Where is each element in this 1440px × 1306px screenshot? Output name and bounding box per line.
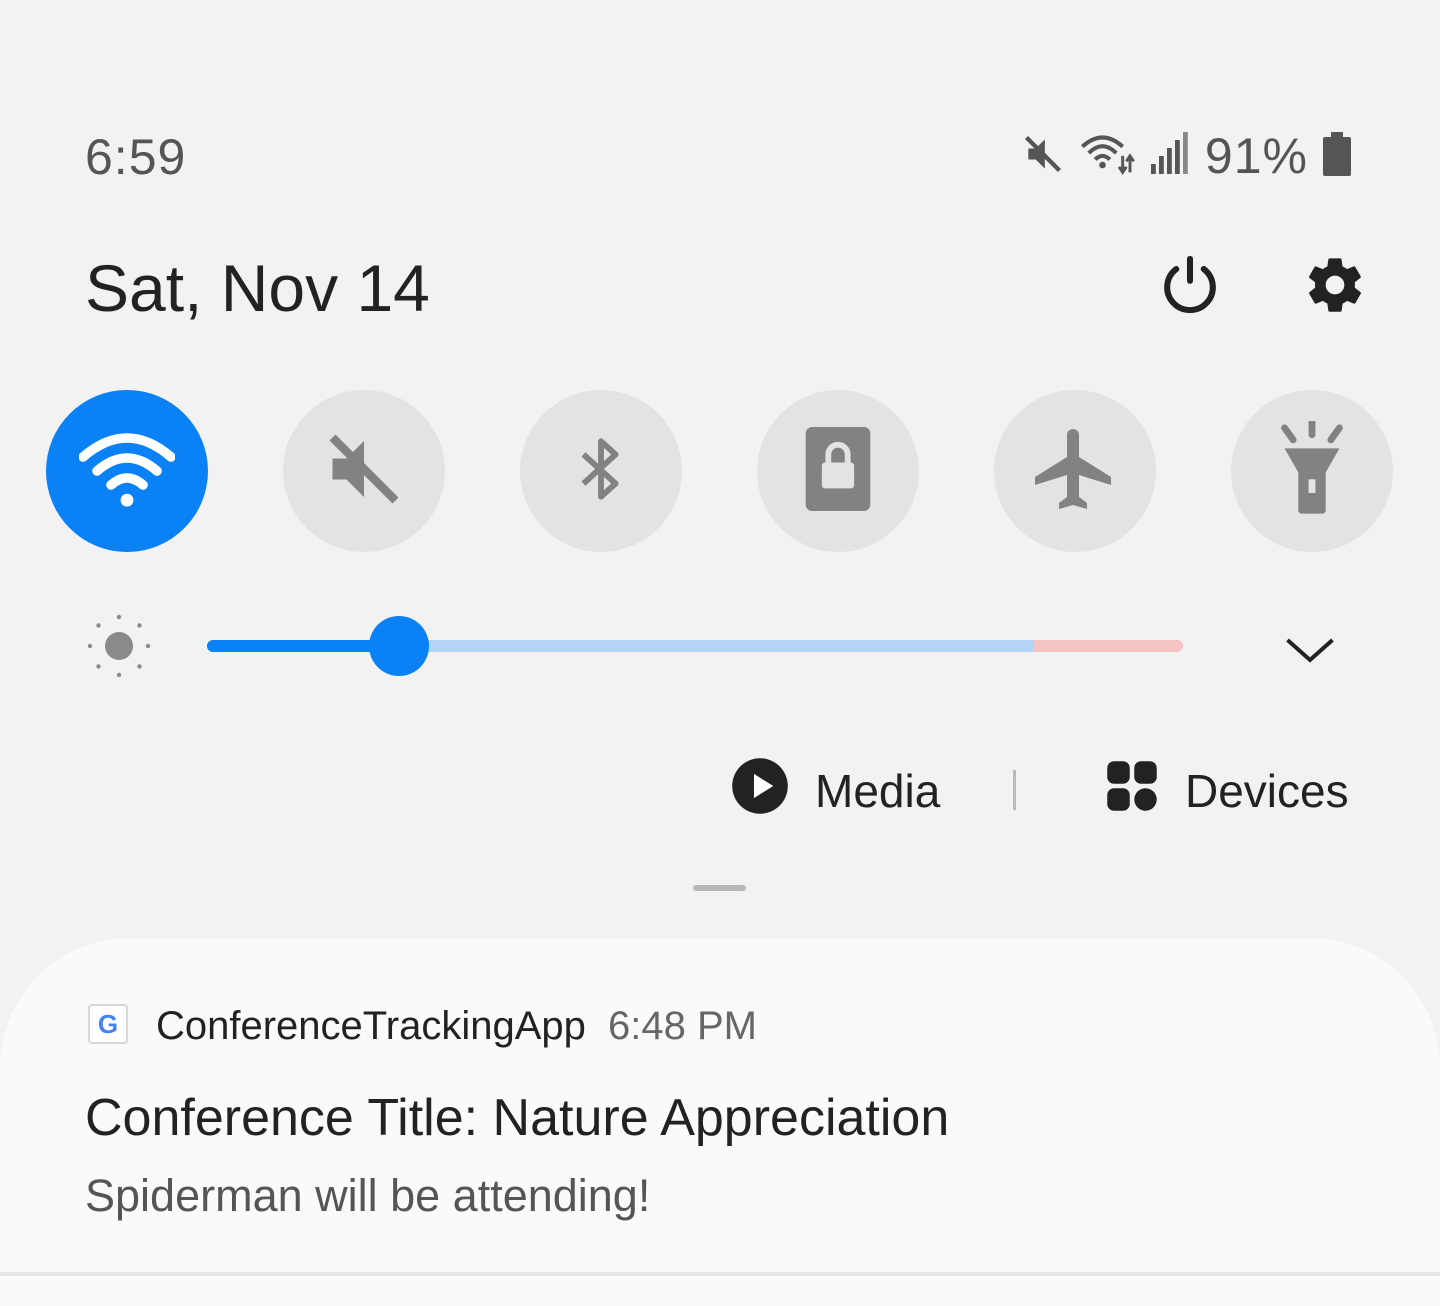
brightness-slider-track[interactable]	[207, 640, 1183, 652]
notification-shade: 6:59 91% Sat, Nov 14 Media Devices G Con…	[0, 0, 1440, 1306]
devices-icon	[1105, 759, 1159, 824]
date-label: Sat, Nov 14	[85, 251, 430, 325]
notification-app-name: ConferenceTrackingApp	[156, 1004, 586, 1048]
media-label: Media	[815, 765, 941, 817]
media-button[interactable]: Media	[731, 757, 941, 826]
flashlight-icon	[1277, 417, 1347, 522]
bluetooth-toggle[interactable]	[520, 390, 682, 552]
lock-icon	[805, 426, 871, 516]
settings-icon	[1303, 253, 1367, 322]
bluetooth-icon	[566, 424, 636, 519]
airplane-toggle[interactable]	[994, 390, 1156, 552]
power-icon	[1157, 252, 1223, 323]
google-app-icon: G	[88, 1004, 128, 1044]
battery-percent: 91%	[1204, 128, 1308, 184]
screen-lock-toggle[interactable]	[757, 390, 919, 552]
battery-icon	[1322, 131, 1352, 181]
wifi-toggle[interactable]	[46, 390, 208, 552]
power-button[interactable]	[1155, 252, 1225, 322]
chevron-down-icon	[1280, 638, 1340, 684]
mute-icon	[322, 427, 406, 516]
wifi-data-icon	[1079, 132, 1137, 181]
signal-icon	[1150, 131, 1191, 181]
status-time: 6:59	[85, 129, 187, 185]
devices-label: Devices	[1185, 765, 1349, 817]
status-icons: 91%	[1021, 126, 1352, 186]
airplane-icon	[1027, 421, 1123, 522]
expand-button[interactable]	[1280, 620, 1340, 680]
mute-icon	[1021, 132, 1065, 181]
brightness-slider-thumb[interactable]	[369, 616, 430, 676]
settings-button[interactable]	[1300, 252, 1370, 322]
next-card-edge	[0, 1276, 1440, 1306]
notification-title: Conference Title: Nature Appreciation	[85, 1089, 950, 1147]
brightness-icon	[84, 612, 154, 682]
controls-divider	[1013, 770, 1016, 810]
notification-time: 6:48 PM	[608, 1004, 757, 1048]
sound-toggle[interactable]	[283, 390, 445, 552]
wifi-icon	[78, 429, 176, 514]
drag-handle[interactable]	[693, 885, 746, 891]
flashlight-toggle[interactable]	[1231, 390, 1393, 552]
brightness-warning-zone	[1033, 640, 1183, 652]
notification-body: Spiderman will be attending!	[85, 1170, 651, 1221]
devices-button[interactable]: Devices	[1105, 758, 1349, 824]
play-icon	[731, 757, 789, 826]
